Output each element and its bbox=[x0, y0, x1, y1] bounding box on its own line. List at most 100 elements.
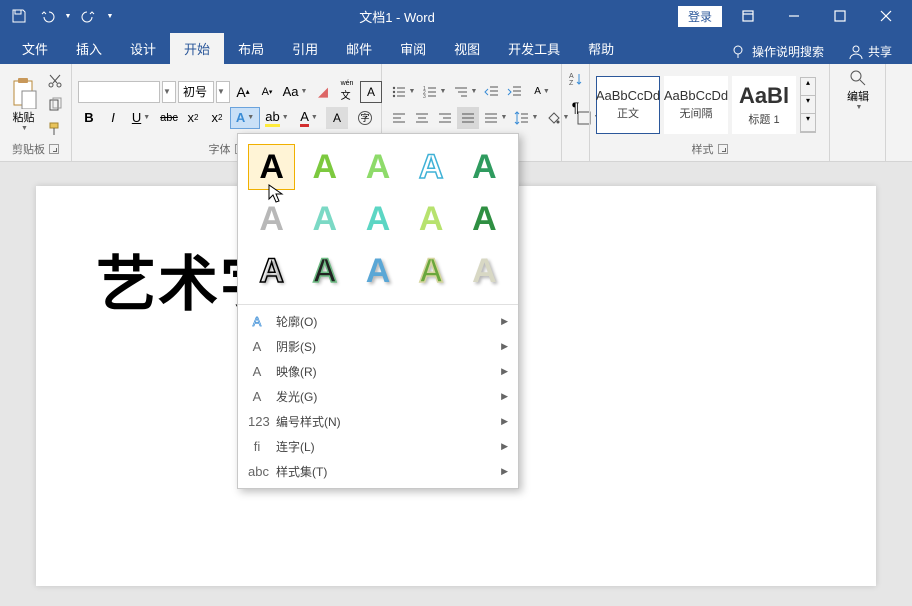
text-effects-menu-item-6[interactable]: abc样式集(T)▶ bbox=[238, 459, 518, 484]
character-shading-button[interactable]: A bbox=[326, 107, 348, 129]
tell-me-search[interactable]: 操作说明搜索 bbox=[720, 39, 834, 64]
align-left-button[interactable] bbox=[388, 107, 410, 129]
qat-customize[interactable]: ▼ bbox=[104, 3, 116, 29]
text-effect-preset-1[interactable]: A bbox=[301, 144, 348, 190]
tab-design[interactable]: 设计 bbox=[116, 33, 170, 64]
qat-dropdown[interactable]: ▼ bbox=[62, 3, 74, 29]
text-effect-preset-2[interactable]: A bbox=[354, 144, 401, 190]
text-effect-preset-11[interactable]: A bbox=[301, 248, 348, 294]
text-effect-preset-13[interactable]: A bbox=[408, 248, 455, 294]
sort-button[interactable]: AZ bbox=[565, 68, 587, 90]
justify-button[interactable] bbox=[457, 107, 479, 129]
multilevel-list-button[interactable]: ▼ bbox=[450, 81, 480, 103]
tab-review[interactable]: 审阅 bbox=[386, 33, 440, 64]
increase-indent-button[interactable] bbox=[504, 81, 526, 103]
enclose-characters-button[interactable]: 字 bbox=[350, 107, 380, 129]
text-effect-preset-12[interactable]: A bbox=[354, 248, 401, 294]
tab-references[interactable]: 引用 bbox=[278, 33, 332, 64]
share-button[interactable]: 共享 bbox=[840, 39, 900, 64]
font-color-button[interactable]: A▼ bbox=[294, 107, 324, 129]
decrease-indent-button[interactable] bbox=[481, 81, 503, 103]
highlight-button[interactable]: ab▼ bbox=[262, 107, 292, 129]
character-border-button[interactable]: A bbox=[360, 81, 382, 103]
line-spacing-button[interactable]: ▼ bbox=[511, 107, 541, 129]
style-normal[interactable]: AaBbCcDd 正文 bbox=[596, 76, 660, 134]
clear-formatting-button[interactable]: ◢ bbox=[312, 81, 334, 103]
text-effect-preset-0[interactable]: A bbox=[248, 144, 295, 190]
tab-insert[interactable]: 插入 bbox=[62, 33, 116, 64]
phonetic-guide-button[interactable]: wén文 bbox=[336, 81, 358, 103]
distributed-button[interactable]: ▼ bbox=[480, 107, 510, 129]
text-effect-preset-3[interactable]: A bbox=[408, 144, 455, 190]
text-effect-preset-5[interactable]: A bbox=[248, 196, 295, 242]
ribbon-display-button[interactable] bbox=[728, 0, 768, 32]
text-effects-menu-item-0[interactable]: A轮廓(O)▶ bbox=[238, 309, 518, 334]
font-size-combo[interactable]: 初号 bbox=[178, 81, 214, 103]
superscript-button[interactable]: x2 bbox=[206, 107, 228, 129]
brush-icon bbox=[47, 121, 63, 137]
text-effect-preset-14[interactable]: A bbox=[461, 248, 508, 294]
tab-help[interactable]: 帮助 bbox=[574, 33, 628, 64]
maximize-button[interactable] bbox=[820, 0, 860, 32]
text-effect-preset-6[interactable]: A bbox=[301, 196, 348, 242]
text-effect-preset-10[interactable]: A bbox=[248, 248, 295, 294]
save-button[interactable] bbox=[6, 3, 32, 29]
tab-file[interactable]: 文件 bbox=[8, 33, 62, 64]
cut-button[interactable] bbox=[45, 72, 65, 90]
copy-button[interactable] bbox=[45, 96, 65, 114]
tab-view[interactable]: 视图 bbox=[440, 33, 494, 64]
text-effects-menu-item-3[interactable]: A发光(G)▶ bbox=[238, 384, 518, 409]
numbering-button[interactable]: 123▼ bbox=[419, 81, 449, 103]
grow-font-button[interactable]: A▴ bbox=[232, 81, 254, 103]
subscript-button[interactable]: x2 bbox=[182, 107, 204, 129]
align-right-button[interactable] bbox=[434, 107, 456, 129]
tab-developer[interactable]: 开发工具 bbox=[494, 33, 574, 64]
asian-layout-button[interactable]: A▼ bbox=[527, 81, 557, 103]
undo-button[interactable] bbox=[34, 3, 60, 29]
font-name-combo[interactable] bbox=[78, 81, 160, 103]
styles-group-label: 样式 bbox=[692, 141, 714, 157]
text-effect-preset-4[interactable]: A bbox=[461, 144, 508, 190]
shrink-font-button[interactable]: A▾ bbox=[256, 81, 278, 103]
text-effects-menu-item-2[interactable]: A映像(R)▶ bbox=[238, 359, 518, 384]
styles-gallery-more[interactable]: ▴▾▾ bbox=[800, 77, 816, 133]
login-button[interactable]: 登录 bbox=[678, 6, 722, 27]
share-label: 共享 bbox=[868, 43, 892, 60]
text-effects-menu-item-5[interactable]: fi连字(L)▶ bbox=[238, 434, 518, 459]
align-center-icon bbox=[414, 110, 430, 126]
text-effect-preset-7[interactable]: A bbox=[354, 196, 401, 242]
menu-icon: abc bbox=[248, 464, 266, 479]
strikethrough-button[interactable]: abc bbox=[158, 107, 180, 129]
close-button[interactable] bbox=[866, 0, 906, 32]
underline-button[interactable]: U▼ bbox=[126, 107, 156, 129]
redo-button[interactable] bbox=[76, 3, 102, 29]
text-effects-menu-item-4[interactable]: 123编号样式(N)▶ bbox=[238, 409, 518, 434]
format-painter-button[interactable] bbox=[45, 120, 65, 138]
show-marks-button[interactable]: ¶ bbox=[565, 96, 587, 118]
align-center-button[interactable] bbox=[411, 107, 433, 129]
justify-icon bbox=[460, 110, 476, 126]
window-controls: 登录 bbox=[678, 0, 912, 32]
text-effects-button[interactable]: A▼ bbox=[230, 107, 260, 129]
minimize-button[interactable] bbox=[774, 0, 814, 32]
change-case-button[interactable]: Aa▼ bbox=[280, 81, 310, 103]
bullets-button[interactable]: ▼ bbox=[388, 81, 418, 103]
clipboard-dialog-launcher[interactable] bbox=[49, 144, 59, 154]
style-no-spacing[interactable]: AaBbCcDd 无间隔 bbox=[664, 76, 728, 134]
italic-button[interactable]: I bbox=[102, 107, 124, 129]
tab-layout[interactable]: 布局 bbox=[224, 33, 278, 64]
text-effect-preset-9[interactable]: A bbox=[461, 196, 508, 242]
tab-home[interactable]: 开始 bbox=[170, 33, 224, 64]
clipboard-group-label: 剪贴板 bbox=[12, 141, 45, 157]
group-styles: AaBbCcDd 正文 AaBbCcDd 无间隔 AaBl 标题 1 ▴▾▾ 样… bbox=[590, 64, 830, 161]
font-name-dropdown[interactable]: ▼ bbox=[162, 81, 176, 103]
font-size-dropdown[interactable]: ▼ bbox=[216, 81, 230, 103]
style-heading-1[interactable]: AaBl 标题 1 bbox=[732, 76, 796, 134]
styles-dialog-launcher[interactable] bbox=[718, 144, 728, 154]
text-effect-preset-8[interactable]: A bbox=[408, 196, 455, 242]
text-effects-menu-item-1[interactable]: A阴影(S)▶ bbox=[238, 334, 518, 359]
bold-button[interactable]: B bbox=[78, 107, 100, 129]
paste-button[interactable]: 粘贴 ▼ bbox=[6, 77, 41, 132]
find-button[interactable]: 编辑 ▼ bbox=[836, 68, 880, 145]
tab-mailings[interactable]: 邮件 bbox=[332, 33, 386, 64]
